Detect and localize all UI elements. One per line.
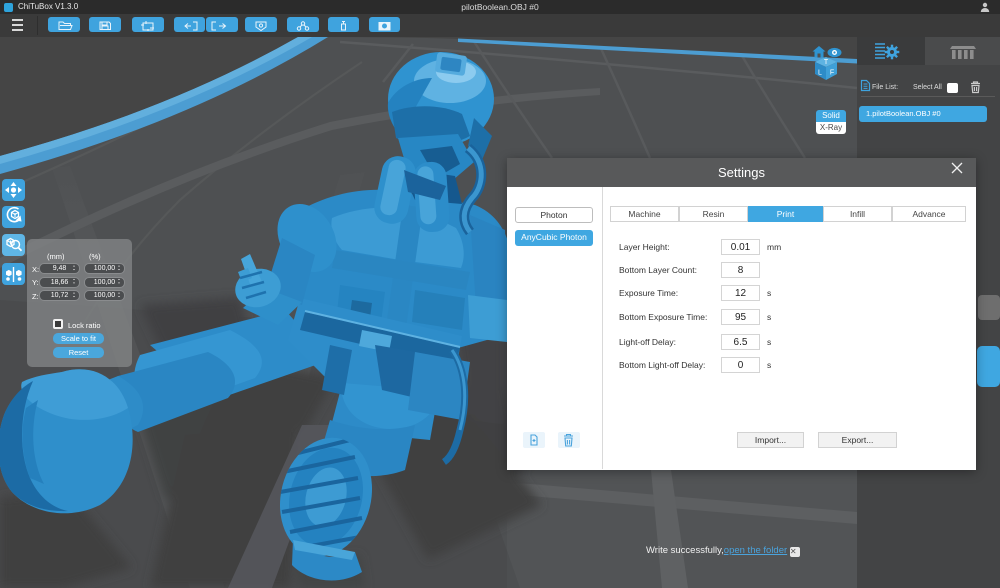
svg-text:F: F: [830, 70, 834, 77]
svg-text:T: T: [824, 59, 829, 66]
svg-text:L: L: [818, 70, 822, 77]
